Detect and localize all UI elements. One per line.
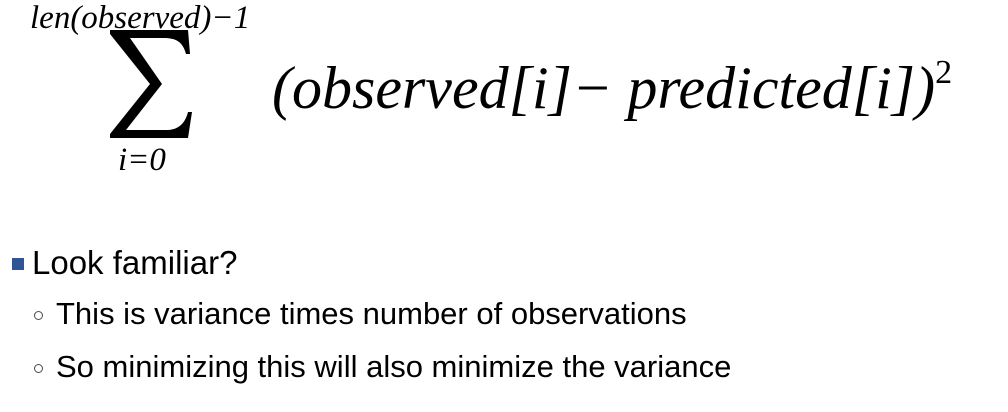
sigma-symbol [110, 30, 192, 138]
sub-bullet-text: This is variance times number of observa… [56, 296, 687, 331]
main-bullet-text: Look familiar? [32, 244, 238, 281]
exponent: 2 [935, 54, 953, 91]
square-bullet-icon [12, 257, 24, 270]
main-bullet: Look familiar? [12, 246, 237, 279]
circle-bullet-icon [34, 311, 43, 320]
sub-bullet-2: So minimizing this will also minimize th… [34, 351, 731, 382]
sub-bullet-text: So minimizing this will also minimize th… [56, 349, 732, 384]
sum-lower-limit: i=0 [118, 142, 166, 178]
sum-formula: len(observed)−1 i=0 (observed[i]− predic… [0, 0, 1008, 200]
circle-bullet-icon [34, 364, 43, 373]
sub-bullet-1: This is variance times number of observa… [34, 298, 687, 329]
summand-body: (observed[i]− predicted[i]) [272, 55, 936, 121]
summand-expression: (observed[i]− predicted[i])2 [272, 55, 952, 121]
